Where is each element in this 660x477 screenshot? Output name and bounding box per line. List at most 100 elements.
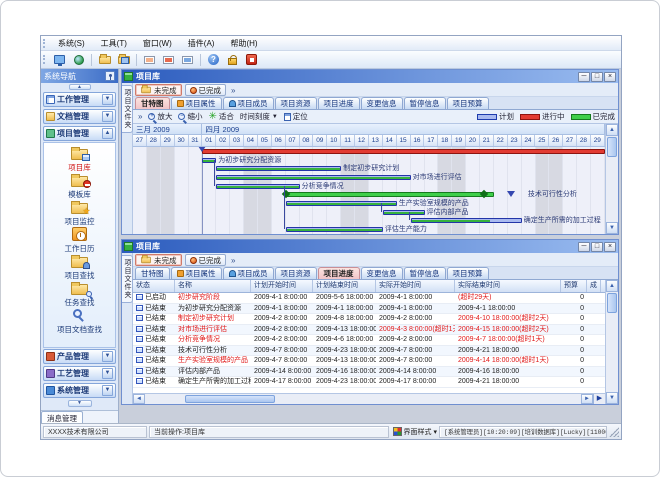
sidebar-section-工作管理[interactable]: 工作管理▼: [43, 92, 116, 107]
close-button[interactable]: ×: [604, 72, 616, 82]
table-tab-项目成员[interactable]: 项目成员: [223, 267, 274, 279]
menu-item-系统(S)[interactable]: 系统(S): [50, 38, 93, 49]
table-row[interactable]: 已结束生产实验室规模的产品2009-4-7 8:00:002009-4-13 1…: [133, 356, 605, 367]
scroll-down-icon[interactable]: ▼: [606, 392, 618, 404]
project-folder-vertical-tab[interactable]: 项目文件夹: [122, 85, 133, 133]
chevron-down-icon[interactable]: ▼: [102, 94, 113, 105]
menubar-drag-handle[interactable]: [43, 39, 46, 48]
filter-overflow-chevron[interactable]: »: [231, 86, 235, 95]
sidebar-section-系统管理[interactable]: 系统管理▼: [43, 383, 116, 398]
zoom-out-button[interactable]: −缩小: [178, 111, 202, 122]
gantt-tab-暂停信息[interactable]: 暂停信息: [404, 97, 446, 109]
toolbar-button-stop-icon[interactable]: [243, 52, 260, 67]
toolbar-button-folder-window-icon[interactable]: [115, 52, 132, 67]
gantt-bar-对市场进行评估[interactable]: [216, 175, 410, 180]
table-row[interactable]: 已结束对市场进行评估2009-4-2 8:00:002009-4-13 18:0…: [133, 325, 605, 336]
pin-icon[interactable]: [105, 71, 115, 81]
table-vertical-scrollbar[interactable]: ▲ ▼: [605, 280, 618, 404]
scroll-right-icon[interactable]: ►: [581, 394, 593, 404]
column-header-实际开始时间[interactable]: 实际开始时间: [376, 280, 455, 292]
menu-item-插件(A)[interactable]: 插件(A): [180, 38, 223, 49]
table-tab-项目资源[interactable]: 项目资源: [275, 267, 317, 279]
table-window-titlebar[interactable]: 项目库 ─ □ ×: [122, 240, 618, 253]
scroll-down-icon[interactable]: ▼: [606, 222, 618, 234]
tab-message-management[interactable]: 消息管理: [41, 411, 83, 424]
table-row[interactable]: 已结束确定生产所需的加工过程2009-4-17 8:00:002009-4-23…: [133, 377, 605, 388]
scroll-up-icon[interactable]: ▲: [606, 124, 618, 136]
gantt-tab-项目预算[interactable]: 项目预算: [447, 97, 489, 109]
fit-button[interactable]: ✳适合: [208, 111, 233, 122]
resize-grip[interactable]: [609, 427, 619, 437]
toolbar-button-globe-icon[interactable]: [70, 52, 87, 67]
minimize-button[interactable]: ─: [578, 242, 590, 252]
gantt-window-titlebar[interactable]: 项目库 ─ □ ×: [122, 70, 618, 83]
table-row[interactable]: 已结束分析竞争情况2009-4-2 8:00:002009-4-6 18:00:…: [133, 335, 605, 346]
jump-last-column-icon[interactable]: ▶: [593, 394, 605, 404]
sidebar-item-项目监控[interactable]: ★项目监控: [44, 200, 115, 226]
sidebar-section-产品管理[interactable]: 产品管理▼: [43, 349, 116, 364]
toolbar-button-lock-icon[interactable]: [224, 52, 241, 67]
column-header-名称[interactable]: 名称: [175, 280, 251, 292]
table-filter-未完成[interactable]: 未完成: [135, 254, 182, 266]
gantt-vertical-scrollbar[interactable]: ▲ ▼: [605, 124, 618, 234]
table-row[interactable]: 已结束评估内部产品2009-4-14 8:00:002009-4-16 18:0…: [133, 367, 605, 378]
chevron-down-icon[interactable]: ▼: [102, 351, 113, 362]
sidebar-item-工作日历[interactable]: 工作日历: [44, 227, 115, 253]
sidebar-item-项目查找[interactable]: 项目查找: [44, 254, 115, 280]
gantt-filter-已完成[interactable]: 已完成: [185, 84, 227, 96]
table-row[interactable]: 已结束为初步研究分配资源2009-4-1 8:00:002009-4-1 18:…: [133, 304, 605, 315]
toolbar-button-help-icon[interactable]: ?: [205, 52, 222, 67]
gantt-bar-评估生产能力[interactable]: [286, 227, 383, 232]
table-tab-项目属性[interactable]: 项目属性: [171, 267, 222, 279]
filter-overflow-chevron[interactable]: »: [231, 256, 235, 265]
interface-style-button[interactable]: 界面样式 ▾: [404, 427, 437, 437]
column-header-成[interactable]: 成: [587, 280, 601, 292]
toolbar-button-folder-icon[interactable]: [96, 52, 113, 67]
sidebar-section-项目管理[interactable]: 项目管理▲: [43, 126, 116, 141]
toolbar-button-mail-send-icon[interactable]: [179, 52, 196, 67]
gantt-bar-评估内部产品[interactable]: [383, 210, 425, 215]
chevron-down-icon[interactable]: ▼: [102, 111, 113, 122]
zoom-in-button[interactable]: +放大: [148, 111, 172, 122]
table-filter-已完成[interactable]: 已完成: [185, 254, 227, 266]
table-tab-甘特图[interactable]: 甘特图: [135, 267, 170, 279]
sidebar-item-项目文档查找[interactable]: 项目文档查找: [44, 308, 115, 334]
sidebar-section-文档管理[interactable]: 文档管理▼: [43, 109, 116, 124]
toolbar-button-mail-new-icon[interactable]: [141, 52, 158, 67]
table-tab-项目预算[interactable]: 项目预算: [447, 267, 489, 279]
gantt-bar-初步研究阶段[interactable]: [202, 149, 605, 154]
menu-item-帮助(H)[interactable]: 帮助(H): [222, 38, 265, 49]
time-scale-button[interactable]: 时间刻度▼: [240, 111, 278, 122]
table-horizontal-scrollbar[interactable]: ◄ ► ▶: [133, 393, 605, 404]
gantt-tab-变更信息[interactable]: 变更信息: [361, 97, 403, 109]
menu-item-工具(T)[interactable]: 工具(T): [93, 38, 135, 49]
sidebar-more-button[interactable]: ▼: [68, 400, 92, 407]
gantt-bar-确定生产所需的加工过程[interactable]: [411, 218, 522, 223]
gantt-tab-甘特图[interactable]: 甘特图: [135, 97, 170, 109]
sidebar-collapse-button[interactable]: ▲: [69, 84, 91, 90]
scrollbar-thumb[interactable]: [607, 293, 617, 313]
toolbar-drag-handle[interactable]: [43, 55, 46, 64]
project-folder-vertical-tab[interactable]: 项目文件夹: [122, 255, 133, 303]
scrollbar-thumb[interactable]: [607, 137, 617, 157]
gantt-tab-项目进度[interactable]: 项目进度: [318, 97, 360, 109]
table-row[interactable]: 已结束制定初步研究计划2009-4-2 8:00:002009-4-8 18:0…: [133, 314, 605, 325]
scroll-up-icon[interactable]: ▲: [606, 280, 618, 292]
column-header-计划开始时间[interactable]: 计划开始时间: [251, 280, 313, 292]
sidebar-item-项目库[interactable]: 项目库: [44, 146, 115, 172]
locate-button[interactable]: 定位: [284, 111, 308, 122]
chevron-up-icon[interactable]: ▲: [102, 128, 113, 139]
column-header-实际结束时间[interactable]: 实际结束时间: [455, 280, 561, 292]
maximize-button[interactable]: □: [591, 242, 603, 252]
gantt-tab-项目属性[interactable]: 项目属性: [171, 97, 222, 109]
column-header-状态[interactable]: 状态: [133, 280, 175, 292]
close-button[interactable]: ×: [604, 242, 616, 252]
sidebar-item-任务查找[interactable]: 任务查找: [44, 281, 115, 307]
gantt-tab-项目资源[interactable]: 项目资源: [275, 97, 317, 109]
maximize-button[interactable]: □: [591, 72, 603, 82]
gantt-chart-body[interactable]: 为初步研究分配资源制定初步研究计划对市场进行评估分析竞争情况技术可行性分析生产实…: [133, 147, 605, 234]
sidebar-section-工艺管理[interactable]: 工艺管理▼: [43, 366, 116, 381]
table-tab-项目进度[interactable]: 项目进度: [318, 267, 360, 279]
table-tab-变更信息[interactable]: 变更信息: [361, 267, 403, 279]
gantt-filter-未完成[interactable]: 未完成: [135, 84, 182, 96]
